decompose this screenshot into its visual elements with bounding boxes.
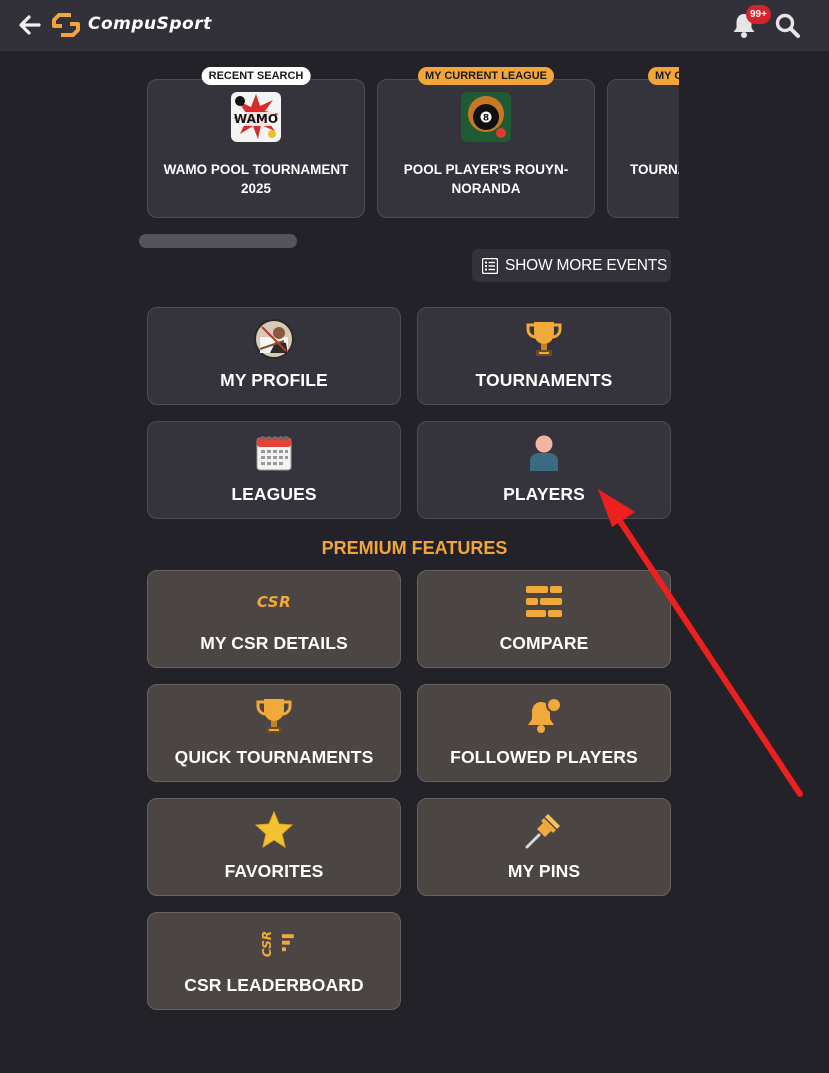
event-title: POOL PLAYER'S ROUYN-NORANDA [403, 162, 569, 196]
compare-tile[interactable]: COMPARE [417, 570, 671, 668]
profile-photo-icon [254, 319, 294, 359]
back-arrow-icon[interactable] [18, 13, 42, 37]
csr-icon: CSR [254, 582, 294, 622]
event-title: TOURNAMENT CO [630, 162, 679, 177]
favorites-tile[interactable]: FAVORITES [147, 798, 401, 896]
quick-tournaments-tile[interactable]: QUICK TOURNAMENTS [147, 684, 401, 782]
tile-label: TOURNAMENTS [475, 370, 613, 390]
notification-count-badge: 99+ [746, 5, 771, 24]
tile-label: FOLLOWED PLAYERS [450, 747, 638, 767]
event-card-league[interactable]: MY CURRENT LEAGUE 8 POOL PLAYER'S ROUYN-… [377, 67, 595, 218]
event-logo-8ball: 8 [461, 92, 511, 142]
event-logo-wamo: WAMO [231, 92, 281, 142]
event-tag: MY CURRENT LEAGUE [647, 67, 679, 85]
event-title: WAMO POOL TOURNAMENT 2025 [163, 162, 349, 196]
svg-text:8: 8 [483, 114, 489, 124]
my-profile-tile[interactable]: MY PROFILE [147, 307, 401, 405]
event-card-recent[interactable]: RECENT SEARCH WAMO WAMO POOL TOURNAMENT … [147, 67, 365, 218]
compusport-logo-icon [51, 11, 81, 39]
tournaments-tile[interactable]: TOURNAMENTS [417, 307, 671, 405]
wamo-logo-text: WAMO [234, 112, 278, 126]
show-more-events-button[interactable]: SHOW MORE EVENTS [472, 249, 671, 282]
star-icon [254, 810, 294, 850]
list-icon [482, 257, 498, 274]
trophy-icon [524, 319, 564, 359]
leagues-tile[interactable]: LEAGUES [147, 421, 401, 519]
events-carousel[interactable]: RECENT SEARCH WAMO WAMO POOL TOURNAMENT … [147, 66, 679, 226]
tile-label: MY PROFILE [220, 370, 328, 390]
event-tag: RECENT SEARCH [201, 67, 311, 85]
csr-leaderboard-icon: CSR [254, 924, 294, 964]
calendar-icon [254, 433, 294, 473]
search-icon[interactable] [774, 12, 801, 39]
tile-label: CSR LEADERBOARD [184, 975, 364, 995]
top-bar: CompuSport 99+ [0, 0, 829, 51]
my-csr-details-tile[interactable]: CSR MY CSR DETAILS [147, 570, 401, 668]
trophy-icon [254, 696, 294, 736]
my-pins-tile[interactable]: MY PINS [417, 798, 671, 896]
csr-leaderboard-tile[interactable]: CSR CSR LEADERBOARD [147, 912, 401, 1010]
brand-name[interactable]: CompuSport [88, 14, 212, 34]
followed-players-tile[interactable]: FOLLOWED PLAYERS [417, 684, 671, 782]
csr-leaderboard-icon-text: CSR [260, 930, 275, 958]
tile-label: LEAGUES [231, 484, 317, 504]
csr-icon-text: CSR [256, 593, 292, 611]
event-tag: MY CURRENT LEAGUE [417, 67, 555, 85]
pushpin-icon [524, 810, 564, 850]
bell-notification-icon [524, 696, 564, 736]
tile-label: MY PINS [507, 861, 581, 881]
tile-label: QUICK TOURNAMENTS [174, 747, 374, 767]
tile-label: FAVORITES [224, 861, 324, 881]
tile-label: COMPARE [499, 633, 589, 653]
player-icon [524, 433, 564, 473]
event-card-partial[interactable]: MY CURRENT LEAGUE TOURNAMENT CO [607, 67, 679, 218]
tile-label: MY CSR DETAILS [200, 633, 348, 653]
show-more-label: SHOW MORE EVENTS [505, 256, 668, 274]
carousel-scrollbar[interactable] [139, 234, 297, 248]
premium-features-heading: PREMIUM FEATURES [321, 538, 508, 558]
compare-bars-icon [524, 582, 564, 622]
players-tile[interactable]: PLAYERS [417, 421, 671, 519]
tile-label: PLAYERS [503, 484, 585, 504]
